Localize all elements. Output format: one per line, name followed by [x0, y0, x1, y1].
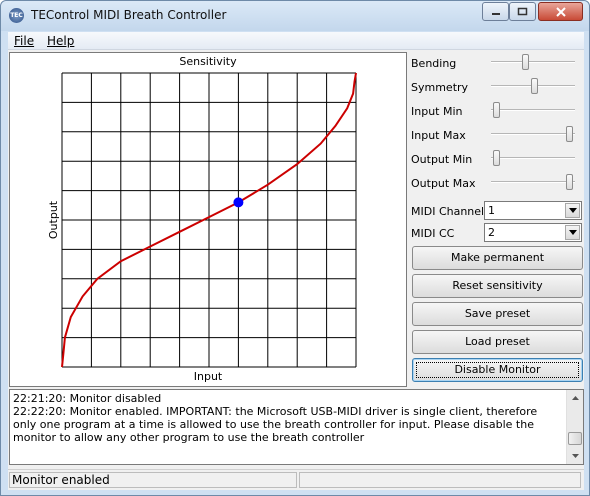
input-min-label: Input Min: [411, 105, 463, 118]
bending-slider-thumb[interactable]: [522, 54, 529, 70]
close-icon: [555, 6, 566, 17]
main-window: TEC TEControl MIDI Breath Controller Fil…: [0, 0, 590, 496]
output-max-slider[interactable]: [491, 174, 575, 190]
chart-svg: Sensitivity Input Output: [47, 55, 357, 383]
input-max-slider-track: [491, 133, 575, 135]
minimize-button[interactable]: [482, 2, 509, 21]
status-bar: Monitor enabled: [8, 469, 584, 489]
menu-help-label: Help: [47, 34, 75, 48]
status-text: Monitor enabled: [9, 472, 297, 488]
make-permanent-button[interactable]: Make permanent: [412, 246, 583, 270]
chart-grid: [61, 72, 357, 368]
input-max-slider-thumb[interactable]: [566, 126, 573, 142]
output-min-slider-track: [491, 157, 575, 159]
arrow-up-icon: [572, 396, 579, 400]
symmetry-label: Symmetry: [411, 81, 469, 94]
output-max-label: Output Max: [411, 177, 476, 190]
midi-channel-dropdown-button[interactable]: [565, 203, 580, 218]
scroll-up-button[interactable]: [568, 390, 583, 406]
input-max-slider[interactable]: [491, 126, 575, 142]
log-line: 22:22:20: Monitor enabled. IMPORTANT: th…: [13, 405, 541, 444]
maximize-icon: [517, 7, 528, 16]
reset-sensitivity-button[interactable]: Reset sensitivity: [412, 274, 583, 298]
midi-channel-value: 1: [488, 204, 495, 217]
save-preset-button[interactable]: Save preset: [412, 302, 583, 326]
midi-cc-dropdown-button[interactable]: [565, 225, 580, 240]
output-max-slider-thumb[interactable]: [566, 174, 573, 190]
menu-bar: File Help: [8, 32, 584, 50]
chevron-down-icon: [568, 208, 577, 213]
chart-x-label: Input: [194, 370, 223, 383]
symmetry-slider-thumb[interactable]: [531, 78, 538, 94]
output-min-slider-thumb[interactable]: [493, 150, 500, 166]
title-bar[interactable]: TEC TEControl MIDI Breath Controller: [1, 1, 589, 31]
input-min-slider-thumb[interactable]: [493, 102, 500, 118]
bending-slider-track: [491, 61, 575, 63]
chevron-down-icon: [568, 230, 577, 235]
arrow-down-icon: [572, 454, 579, 458]
output-min-label: Output Min: [411, 153, 473, 166]
minimize-icon: [491, 12, 500, 15]
current-value-marker: [233, 197, 244, 208]
close-button[interactable]: [538, 2, 583, 21]
input-min-slider-track: [491, 109, 575, 111]
status-pane-secondary: [299, 472, 581, 488]
load-preset-button[interactable]: Load preset: [412, 330, 583, 354]
midi-channel-select[interactable]: 1: [484, 201, 582, 220]
chart-y-label: Output: [47, 200, 60, 239]
midi-cc-select[interactable]: 2: [484, 223, 582, 242]
bending-label: Bending: [411, 57, 457, 70]
menu-file-label: File: [14, 34, 35, 48]
log-scrollbar[interactable]: [566, 390, 583, 464]
input-max-label: Input Max: [411, 129, 466, 142]
sensitivity-chart[interactable]: Sensitivity Input Output: [9, 52, 407, 387]
midi-channel-label: MIDI Channel: [411, 205, 485, 218]
menu-help[interactable]: Help: [47, 34, 74, 48]
log-text: 22:21:20: Monitor disabled 22:22:20: Mon…: [13, 392, 563, 444]
midi-cc-value: 2: [488, 226, 495, 239]
output-min-slider[interactable]: [491, 150, 575, 166]
client-area: File Help Sensitivity Input Output Bendi…: [8, 32, 584, 490]
scrollbar-thumb[interactable]: [568, 432, 582, 445]
symmetry-slider[interactable]: [491, 78, 575, 94]
window-title: TEControl MIDI Breath Controller: [31, 8, 227, 22]
input-min-slider[interactable]: [491, 102, 575, 118]
app-icon: TEC: [9, 8, 24, 23]
bending-slider[interactable]: [491, 54, 575, 70]
menu-file[interactable]: File: [14, 34, 34, 48]
disable-monitor-button[interactable]: Disable Monitor: [412, 358, 583, 382]
monitor-log[interactable]: 22:21:20: Monitor disabled 22:22:20: Mon…: [9, 389, 584, 465]
focus-ring: [416, 362, 579, 378]
midi-cc-label: MIDI CC: [411, 227, 455, 240]
maximize-button[interactable]: [509, 2, 536, 21]
chart-title: Sensitivity: [179, 55, 237, 68]
scroll-down-button[interactable]: [568, 448, 583, 464]
controls-panel: Bending Symmetry Input Min Input Max Out…: [411, 52, 584, 387]
output-max-slider-track: [491, 181, 575, 183]
log-line: 22:21:20: Monitor disabled: [13, 392, 162, 405]
